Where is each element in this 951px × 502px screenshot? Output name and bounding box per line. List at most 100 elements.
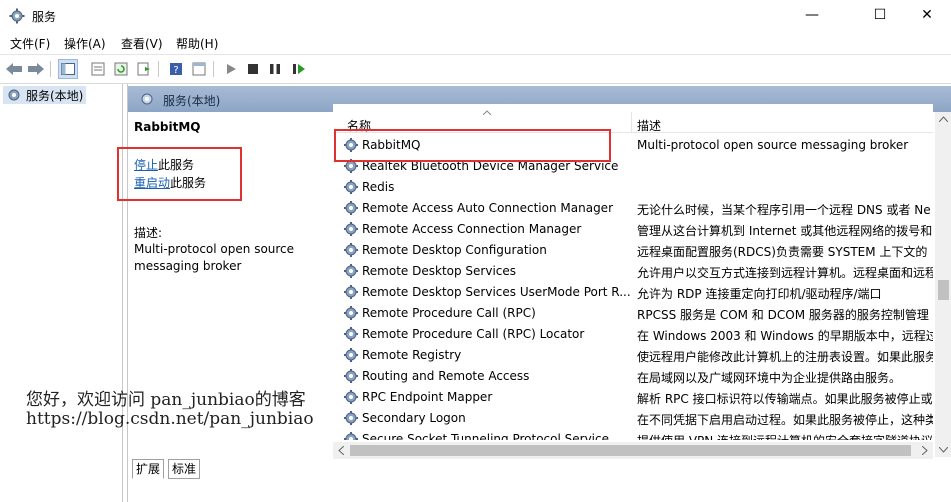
service-gear-icon xyxy=(344,306,358,320)
console-icon[interactable] xyxy=(189,59,209,79)
service-name: Remote Desktop Services UserMode Port R.… xyxy=(362,285,631,299)
service-description: 在不同凭据下启用启动过程。如果此服务被停止，这种类 xyxy=(637,413,933,427)
table-row[interactable]: Remote Procedure Call (RPC) Locator 在 Win… xyxy=(333,324,933,345)
service-description: 在 Windows 2003 和 Windows 的早期版本中，远程过 xyxy=(637,329,933,343)
service-name: Remote Procedure Call (RPC) Locator xyxy=(362,327,585,341)
show-hide-tree-icon[interactable] xyxy=(58,59,78,79)
menu-view[interactable]: 查看(V) xyxy=(121,35,163,52)
service-gear-icon xyxy=(344,369,358,383)
highlight-box-rabbitmq xyxy=(334,129,611,162)
service-gear-icon xyxy=(344,348,358,362)
service-name: Secure Socket Tunneling Protocol Service xyxy=(362,432,609,440)
description-label: 描述: xyxy=(134,226,163,240)
close-button[interactable]: ✕ xyxy=(904,0,950,30)
menu-help[interactable]: 帮助(H) xyxy=(176,35,218,52)
service-name: Routing and Remote Access xyxy=(362,369,530,383)
scroll-left-icon[interactable] xyxy=(338,446,344,455)
service-description: 管理从这台计算机到 Internet 或其他远程网络的拨号和 xyxy=(637,224,933,238)
service-gear-icon xyxy=(344,264,358,278)
service-description: 允许用户以交互方式连接到远程计算机。远程桌面和远程 xyxy=(637,266,933,280)
tab-standard[interactable]: 标准 xyxy=(168,459,201,479)
services-gear-icon xyxy=(141,93,153,105)
start-service-icon[interactable] xyxy=(221,59,241,79)
service-name: Redis xyxy=(362,180,395,194)
service-description: 无论什么时候，当某个程序引用一个远程 DNS 或者 Ne xyxy=(637,203,931,217)
help-icon[interactable]: ? xyxy=(166,59,186,79)
highlight-box-actions xyxy=(117,147,242,201)
services-gear-icon xyxy=(8,89,20,101)
vertical-scrollbar[interactable] xyxy=(935,112,951,457)
forward-icon[interactable] xyxy=(26,59,46,79)
service-name: Remote Access Auto Connection Manager xyxy=(362,201,613,215)
watermark-line-2: https://blog.csdn.net/pan_junbiao xyxy=(26,409,314,429)
pause-service-icon[interactable] xyxy=(265,59,285,79)
tree-node-label: 服务(本地) xyxy=(26,88,84,103)
window-title: 服务 xyxy=(32,10,57,24)
service-name: Secondary Logon xyxy=(362,411,466,425)
service-name: RPC Endpoint Mapper xyxy=(362,390,493,404)
table-row[interactable]: Routing and Remote Access 在局域网以及广域网环境中为企业… xyxy=(333,366,933,387)
vertical-scroll-thumb[interactable] xyxy=(938,280,949,300)
service-gear-icon xyxy=(344,180,358,194)
toolbar-separator xyxy=(158,61,159,77)
description-line-2: messaging broker xyxy=(134,259,242,273)
svg-text:?: ? xyxy=(173,65,178,76)
description-line-1: Multi-protocol open source xyxy=(134,242,295,256)
view-tabs: 扩展 标准 xyxy=(128,457,951,479)
service-description: 在局域网以及广域网环境中为企业提供路由服务。 xyxy=(637,371,902,385)
maximize-button[interactable]: ☐ xyxy=(857,0,903,30)
properties-icon[interactable] xyxy=(88,59,108,79)
column-header-description[interactable]: 描述 xyxy=(637,117,661,134)
back-icon[interactable] xyxy=(4,59,24,79)
sort-ascending-icon xyxy=(483,110,491,115)
export-list-icon[interactable] xyxy=(134,59,154,79)
tab-extended[interactable]: 扩展 xyxy=(132,459,165,479)
minimize-button[interactable]: — xyxy=(789,0,835,30)
services-gear-icon xyxy=(9,8,25,24)
toolbar: ? xyxy=(0,54,951,84)
service-gear-icon xyxy=(344,411,358,425)
service-description: Multi-protocol open source messaging bro… xyxy=(637,138,909,152)
table-row[interactable]: Secure Socket Tunneling Protocol Service… xyxy=(333,429,933,440)
service-description: 远程桌面配置服务(RDCS)负责需要 SYSTEM 上下文的 xyxy=(637,245,928,259)
table-row[interactable]: Remote Desktop Configuration 远程桌面配置服务(RDC… xyxy=(333,240,933,261)
service-name: Remote Access Connection Manager xyxy=(362,222,582,236)
table-row[interactable]: Redis xyxy=(333,177,933,198)
scroll-right-icon[interactable] xyxy=(922,446,928,455)
table-row[interactable]: Secondary Logon 在不同凭据下启用启动过程。如果此服务被停止，这种类 xyxy=(333,408,933,429)
services-pane: 服务(本地) RabbitMQ 停止此服务 重启动此服务 描述: Multi-p… xyxy=(117,84,951,502)
table-row[interactable]: RPC Endpoint Mapper 解析 RPC 接口标识符以传输端点。如果此… xyxy=(333,387,933,408)
service-name: Remote Desktop Configuration xyxy=(362,243,547,257)
table-row[interactable]: Remote Access Auto Connection Manager 无论什… xyxy=(333,198,933,219)
scroll-down-icon[interactable] xyxy=(939,447,948,453)
scroll-up-icon[interactable] xyxy=(939,116,948,122)
service-name: Remote Desktop Services xyxy=(362,264,517,278)
table-row[interactable]: Remote Access Connection Manager 管理从这台计算机… xyxy=(333,219,933,240)
table-row[interactable]: Remote Procedure Call (RPC) RPCSS 服务是 COM… xyxy=(333,303,933,324)
title-bar: 服务 — ☐ ✕ xyxy=(0,0,951,32)
service-gear-icon xyxy=(344,243,358,257)
table-row[interactable]: Remote Desktop Services UserMode Port R.… xyxy=(333,282,933,303)
refresh-icon[interactable] xyxy=(111,59,131,79)
toolbar-separator xyxy=(213,61,214,77)
stop-service-icon[interactable] xyxy=(243,59,263,79)
console-tree: 服务(本地) xyxy=(0,84,123,502)
service-description: 提供使用 VPN 连接到远程计算机的安全套接字隧道协议 xyxy=(637,432,933,440)
restart-service-icon[interactable] xyxy=(289,59,309,79)
service-gear-icon xyxy=(344,432,358,440)
service-name: Remote Registry xyxy=(362,348,462,362)
horizontal-scroll-thumb[interactable] xyxy=(350,445,911,456)
menu-file[interactable]: 文件(F) xyxy=(10,35,50,52)
menu-action[interactable]: 操作(A) xyxy=(64,35,106,52)
tree-node-services-local[interactable]: 服务(本地) xyxy=(3,86,87,104)
table-row[interactable]: Remote Desktop Services 允许用户以交互方式连接到远程计算机… xyxy=(333,261,933,282)
service-gear-icon xyxy=(344,285,358,299)
pane-header-title: 服务(本地) xyxy=(163,94,221,108)
column-divider[interactable] xyxy=(631,112,632,132)
table-row[interactable]: Remote Registry 使远程用户能修改此计算机上的注册表设置。如果此服务 xyxy=(333,345,933,366)
service-description: 允许为 RDP 连接重定向打印机/驱动程序/端口 xyxy=(637,287,882,301)
service-gear-icon xyxy=(344,222,358,236)
service-description: 使远程用户能修改此计算机上的注册表设置。如果此服务 xyxy=(637,350,933,364)
selected-service-name: RabbitMQ xyxy=(134,120,201,134)
watermark-line-1: 您好，欢迎访问 pan_junbiao的博客 xyxy=(26,390,306,410)
